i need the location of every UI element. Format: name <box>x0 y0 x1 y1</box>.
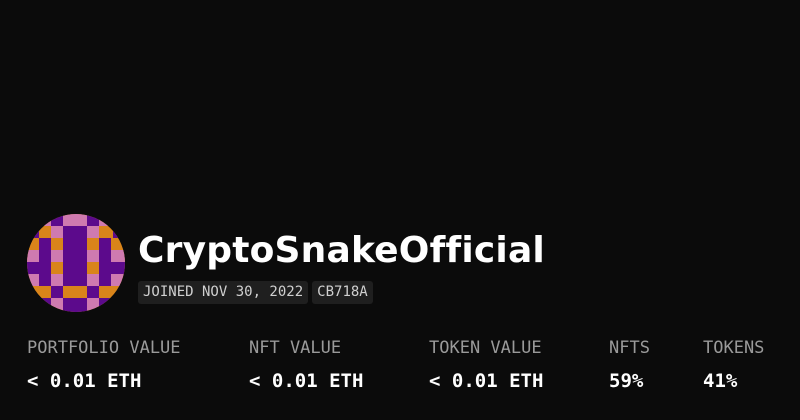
stat-tokens-share: TOKENS 41% <box>703 336 764 394</box>
stat-value: < 0.01 ETH <box>249 370 364 392</box>
stat-label: NFT VALUE <box>249 338 342 358</box>
stat-value: < 0.01 ETH <box>429 370 544 392</box>
stat-label: TOKEN VALUE <box>429 338 542 358</box>
stat-portfolio-value: PORTFOLIO VALUE < 0.01 ETH <box>27 336 181 394</box>
stat-value: 41% <box>703 370 738 392</box>
stat-token-value: TOKEN VALUE < 0.01 ETH <box>429 336 543 394</box>
stat-label: NFTS <box>609 338 650 358</box>
stat-value: 59% <box>609 370 644 392</box>
stat-label: TOKENS <box>703 338 765 358</box>
stats-row: PORTFOLIO VALUE < 0.01 ETH NFT VALUE < 0… <box>27 336 787 396</box>
stat-value: < 0.01 ETH <box>27 370 142 392</box>
stat-nfts-share: NFTS 59% <box>609 336 650 394</box>
wallet-id-badge: CB718A <box>312 281 373 304</box>
stat-label: PORTFOLIO VALUE <box>27 338 181 358</box>
profile-card: CryptoSnakeOfficial JOINED NOV 30, 2022 … <box>0 0 800 420</box>
pixel-avatar-icon <box>27 214 125 312</box>
joined-date-badge: JOINED NOV 30, 2022 <box>138 281 309 304</box>
stat-nft-value: NFT VALUE < 0.01 ETH <box>249 336 363 394</box>
username: CryptoSnakeOfficial <box>138 230 545 271</box>
profile-tags: JOINED NOV 30, 2022 CB718A <box>138 281 373 304</box>
